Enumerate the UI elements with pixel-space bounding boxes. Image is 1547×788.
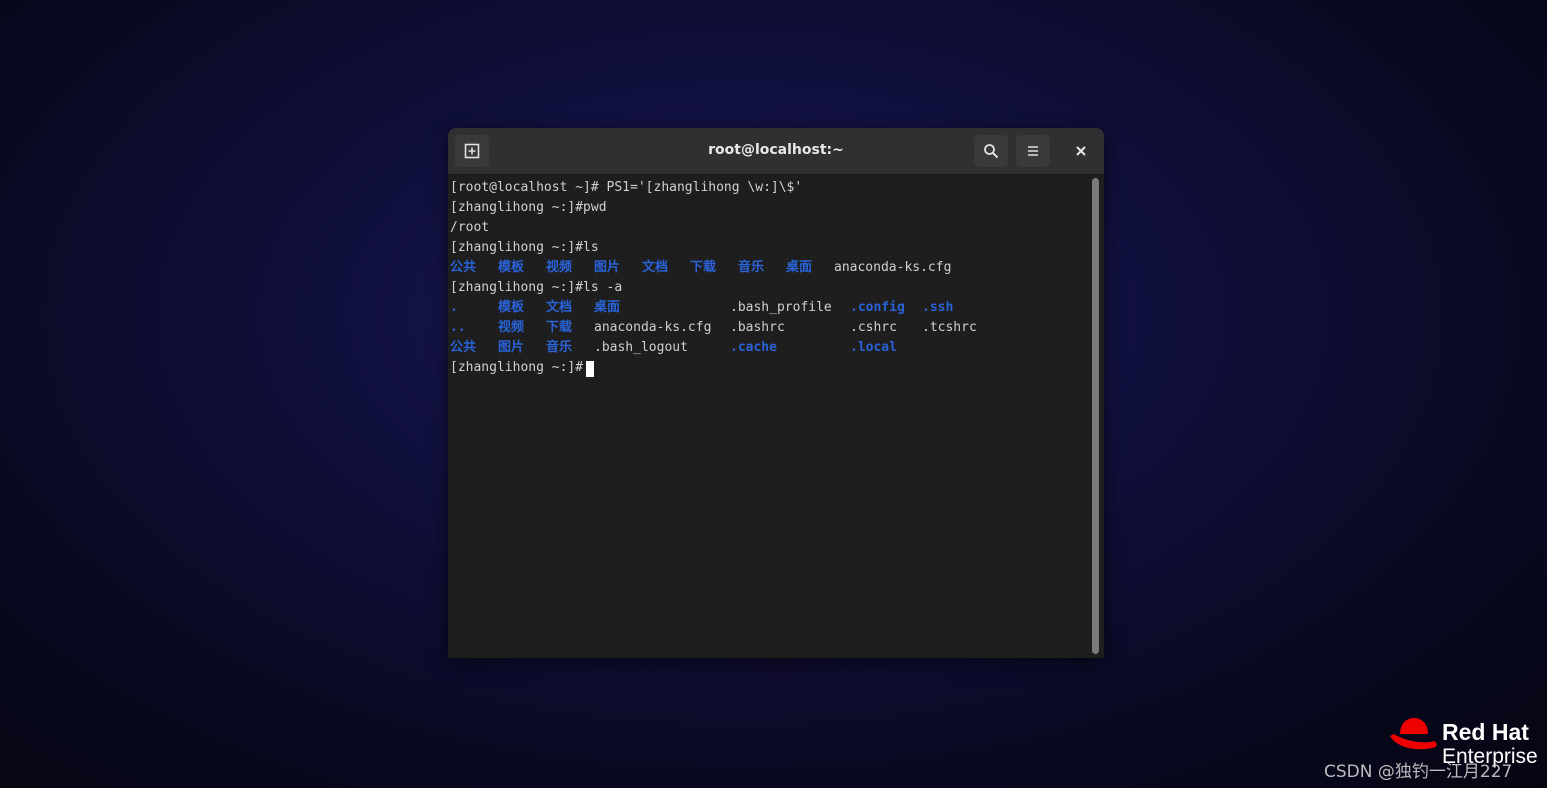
dir-entry: .local — [850, 340, 897, 355]
dir-entry: 文档 — [642, 260, 669, 275]
dir-entry: 模板 — [498, 260, 525, 275]
dir-entry: 音乐 — [738, 260, 765, 275]
ls-a-output-line: .. 视频 下载 anaconda-ks.cfg .bashrc .cshrc … — [450, 318, 1090, 338]
dir-entry: 图片 — [594, 260, 621, 275]
dir-entry: .cache — [730, 340, 777, 355]
dir-entry: 图片 — [498, 340, 525, 355]
file-entry: .bashrc — [730, 320, 785, 335]
hamburger-menu-icon — [1028, 146, 1038, 156]
new-tab-icon — [464, 143, 480, 159]
window-title: root@localhost:~ — [708, 142, 844, 158]
terminal-line: /root — [450, 220, 490, 235]
ls-a-output-line: . 模板 文档 桌面 .bash_profile .config .ssh — [450, 298, 1090, 318]
dir-entry: 文档 — [546, 300, 573, 315]
dir-entry: 视频 — [546, 260, 573, 275]
file-entry: .bash_logout — [594, 340, 688, 355]
terminal-line: [root@localhost ~]# PS1='[zhanglihong \w… — [450, 180, 803, 195]
prompt-line[interactable]: [zhanglihong ~:]# — [450, 358, 1090, 378]
dir-entry: 桌面 — [786, 260, 813, 275]
ls-output-line: 公共 模板 视频 图片 文档 下载 音乐 桌面 anaconda-ks.cfg — [450, 258, 1090, 278]
shell-prompt: [zhanglihong ~:]# — [450, 360, 584, 375]
dir-entry: 视频 — [498, 320, 525, 335]
file-entry: anaconda-ks.cfg — [594, 320, 712, 335]
new-tab-button[interactable] — [455, 135, 489, 167]
search-button[interactable] — [974, 135, 1008, 167]
dir-entry: .config — [850, 300, 905, 315]
dir-entry: .. — [450, 320, 466, 335]
dir-entry: 音乐 — [546, 340, 573, 355]
search-icon — [984, 144, 999, 159]
ls-a-output-line: 公共 图片 音乐 .bash_logout .cache .local — [450, 338, 1090, 358]
redhat-hat-icon — [1390, 718, 1437, 750]
close-icon — [1076, 146, 1086, 156]
close-button[interactable] — [1064, 135, 1098, 167]
scrollbar[interactable] — [1092, 178, 1099, 654]
terminal-window[interactable]: root@localhost:~ [root@localhost ~]# PS1… — [448, 128, 1104, 658]
redhat-logo-text: Red Hat — [1442, 719, 1529, 745]
file-entry: .tcshrc — [922, 320, 977, 335]
dir-entry: 公共 — [450, 340, 477, 355]
file-entry: .bash_profile — [730, 300, 832, 315]
terminal-output[interactable]: [root@localhost ~]# PS1='[zhanglihong \w… — [450, 178, 1090, 656]
dir-entry: .ssh — [922, 300, 954, 315]
file-entry: anaconda-ks.cfg — [834, 260, 952, 275]
menu-button[interactable] — [1016, 135, 1050, 167]
terminal-line: [zhanglihong ~:]#pwd — [450, 200, 607, 215]
title-bar[interactable]: root@localhost:~ — [448, 128, 1104, 175]
terminal-line: [zhanglihong ~:]#ls -a — [450, 280, 623, 295]
file-entry: .cshrc — [850, 320, 897, 335]
terminal-line: [zhanglihong ~:]#ls — [450, 240, 599, 255]
dir-entry: 模板 — [498, 300, 525, 315]
watermark: CSDN @独钓一江月227 — [1324, 762, 1513, 782]
dir-entry: 公共 — [450, 260, 477, 275]
dir-entry: 下载 — [690, 260, 717, 275]
dir-entry: 下载 — [546, 320, 573, 335]
text-cursor — [586, 361, 594, 377]
dir-entry: 桌面 — [594, 300, 621, 315]
dir-entry: . — [450, 300, 458, 315]
